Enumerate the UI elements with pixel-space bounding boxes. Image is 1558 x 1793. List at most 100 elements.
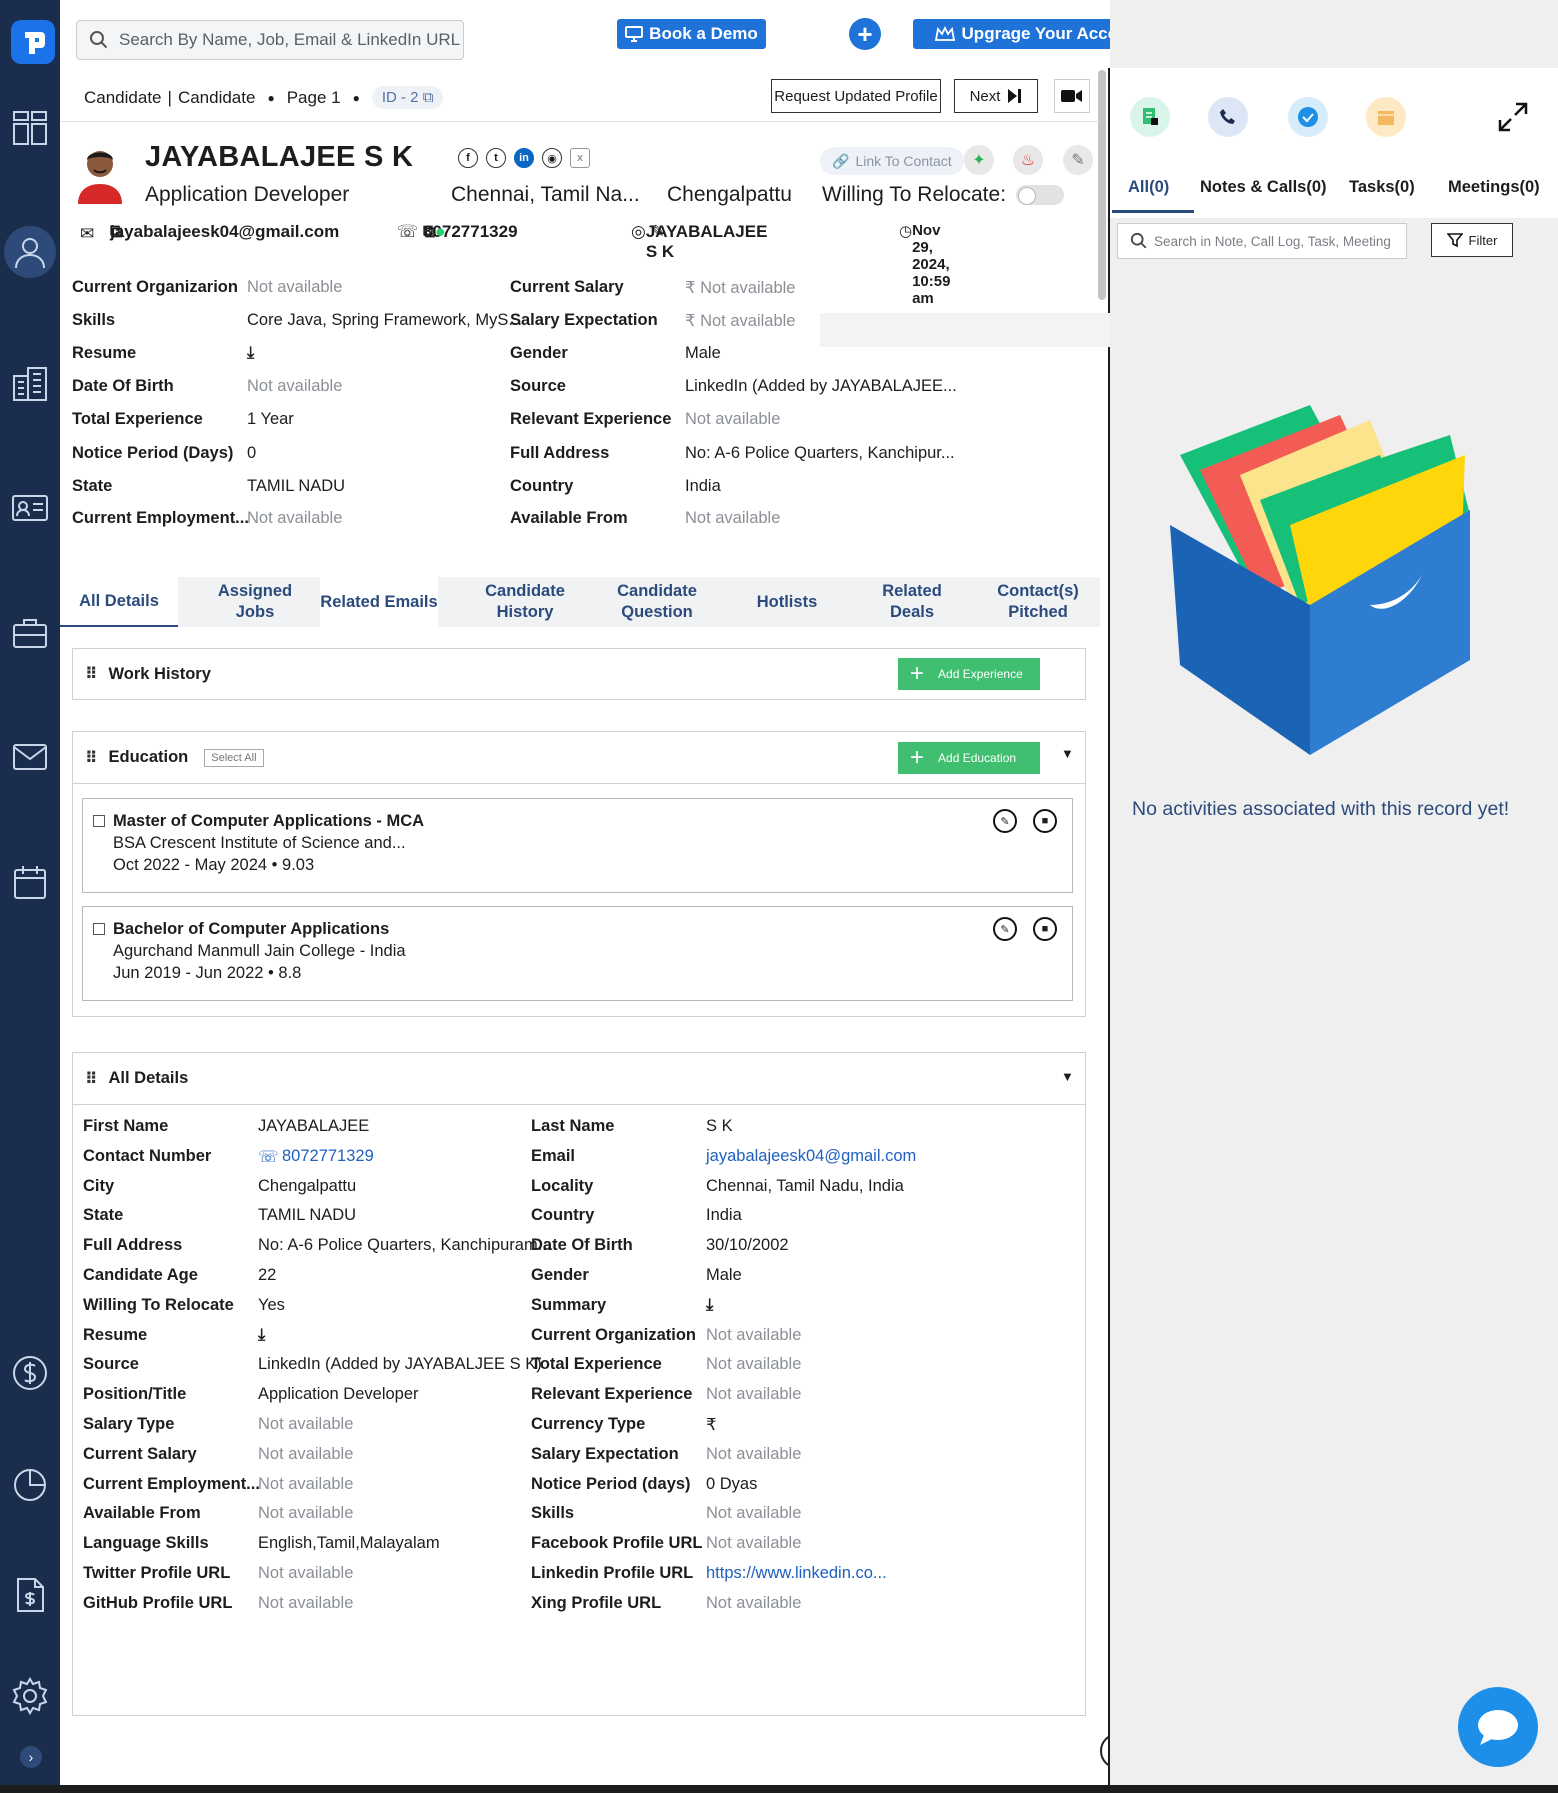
drag-handle-icon[interactable]: ⠿	[85, 664, 97, 684]
expand-sidebar-icon[interactable]: ›	[20, 1746, 42, 1768]
invoice-icon[interactable]	[8, 1573, 52, 1617]
tab-contacts-pitched[interactable]: Contact(s) Pitched	[980, 577, 1096, 627]
education-panel: ⠿ Education Select All + Add Education ▼ …	[72, 731, 1086, 1017]
tab-hotlists[interactable]: Hotlists	[732, 577, 842, 627]
next-button[interactable]: Next	[954, 79, 1038, 113]
xing-icon[interactable]: x	[570, 148, 590, 168]
chat-widget-button[interactable]	[1458, 1687, 1538, 1767]
summary-download-icon[interactable]: ⤓	[706, 1296, 713, 1315]
companies-icon[interactable]	[8, 362, 52, 406]
tab-all-details[interactable]: All Details	[60, 577, 178, 627]
reports-icon[interactable]	[8, 1462, 52, 1506]
resume-download-icon[interactable]: ⤓	[258, 1326, 265, 1345]
drag-handle-icon[interactable]: ⠿	[85, 748, 97, 768]
field-value: Not available	[258, 1474, 354, 1493]
log-note-icon[interactable]	[1130, 97, 1170, 137]
tab-tasks[interactable]: Tasks(0)	[1349, 178, 1415, 197]
facebook-icon[interactable]: f	[458, 148, 478, 168]
field-label: Source	[510, 377, 566, 395]
field-label: Notice Period (Days)	[72, 444, 234, 462]
field-label: Xing Profile URL	[531, 1593, 662, 1612]
expand-panel-icon[interactable]	[1496, 100, 1530, 139]
app-logo[interactable]	[11, 20, 55, 64]
tab-candidate-question[interactable]: Candidate Question	[592, 577, 722, 627]
field-value: Not available	[706, 1444, 802, 1463]
dashboard-icon[interactable]	[8, 106, 52, 150]
finance-icon[interactable]	[8, 1351, 52, 1395]
hot-flame-button[interactable]: ♨	[1013, 145, 1043, 175]
tab-related-deals[interactable]: Related Deals	[862, 577, 962, 627]
tab-related-emails[interactable]: Related Emails	[320, 577, 438, 627]
candidate-photo	[74, 142, 126, 204]
contacts-icon[interactable]	[8, 486, 52, 530]
phone-icon[interactable]: ☏	[258, 1147, 279, 1167]
detail-tabs: All Details Assigned Jobs Related Emails…	[60, 577, 1100, 627]
delete-education-icon[interactable]: ■	[1033, 917, 1057, 941]
filter-button[interactable]: Filter	[1431, 223, 1513, 257]
video-call-button[interactable]	[1054, 79, 1090, 113]
detail-row: Full Address No: A-6 Police Quarters, Kan…	[73, 1236, 1073, 1266]
field-value: LinkedIn (Added by JAYABALAJEE...	[685, 377, 957, 395]
resume-download-icon[interactable]: ⤓	[247, 344, 254, 363]
add-experience-button[interactable]: + Add Experience	[898, 658, 1040, 690]
relocate-toggle[interactable]	[1016, 185, 1065, 205]
scrollbar[interactable]	[1098, 70, 1106, 300]
linkedin-icon[interactable]: in	[514, 148, 534, 168]
twitter-icon[interactable]: t	[486, 148, 506, 168]
candidates-icon[interactable]	[8, 230, 52, 274]
mail-icon[interactable]	[8, 735, 52, 779]
tab-assigned-jobs[interactable]: Assigned Jobs	[200, 577, 310, 627]
summary-row: Current Employment... Not available Availa…	[72, 509, 1100, 541]
field-value[interactable]: 8072771329	[282, 1147, 374, 1166]
calendar-icon[interactable]	[8, 860, 52, 904]
candidate-city: Chengalpattu	[667, 183, 792, 206]
add-education-button[interactable]: + Add Education	[898, 742, 1040, 774]
detail-row: Willing To Relocate Yes Summary ⤓	[73, 1296, 1073, 1326]
field-label: Full Address	[510, 444, 610, 462]
header-email[interactable]: jayabalajeesk04@gmail.com ⧉	[110, 222, 339, 242]
settings-icon[interactable]	[8, 1674, 52, 1718]
summary-row: Current Organizarion Not available Current…	[72, 278, 1100, 310]
task-check-icon[interactable]	[1288, 97, 1328, 137]
field-label: First Name	[83, 1117, 169, 1135]
tab-meetings[interactable]: Meetings(0)	[1448, 178, 1540, 197]
edit-education-icon[interactable]: ✎	[993, 917, 1017, 941]
education-checkbox[interactable]	[93, 815, 105, 827]
collapse-chevron-icon[interactable]: ▼	[1061, 1069, 1074, 1084]
field-label: Current Salary	[510, 278, 624, 296]
sidebar: ›	[0, 0, 60, 1785]
breadcrumb-item[interactable]: Candidate	[178, 88, 256, 108]
tab-candidate-history[interactable]: Candidate History	[460, 577, 590, 627]
drag-handle-icon[interactable]: ⠿	[85, 1069, 97, 1089]
detail-row: First Name JAYABALAJEE Last Name S K	[73, 1117, 1073, 1147]
select-all-button[interactable]: Select All	[204, 748, 264, 767]
edit-education-icon[interactable]: ✎	[993, 809, 1017, 833]
field-label: Country	[510, 477, 574, 495]
field-value[interactable]: jayabalajeesk04@gmail.com	[706, 1147, 916, 1166]
empty-folder-illustration	[1170, 395, 1500, 760]
github-icon[interactable]: ◉	[542, 148, 562, 168]
panel-title: Education	[108, 748, 189, 766]
detail-row: Language Skills English,Tamil,Malayalam Fa…	[73, 1534, 1073, 1564]
field-value[interactable]: https://www.linkedin.co...	[706, 1564, 887, 1583]
field-label: Twitter Profile URL	[83, 1564, 231, 1582]
log-call-icon[interactable]	[1208, 97, 1248, 137]
tab-all-activity[interactable]: All(0)	[1128, 178, 1169, 197]
collapse-chevron-icon[interactable]: ▼	[1061, 746, 1074, 761]
tab-notes-calls[interactable]: Notes & Calls(0)	[1200, 178, 1327, 197]
education-dates: Jun 2019 - Jun 2022 • 8.8	[113, 964, 302, 982]
jobs-icon[interactable]	[8, 611, 52, 655]
link-to-contact-button[interactable]: 🔗 Link To Contact	[820, 147, 964, 175]
delete-education-icon[interactable]: ■	[1033, 809, 1057, 833]
meeting-calendar-icon[interactable]	[1366, 97, 1406, 137]
education-checkbox[interactable]	[93, 923, 105, 935]
field-value: Male	[685, 344, 721, 362]
email-icon: ✉	[80, 224, 95, 243]
breadcrumb-item[interactable]: Candidate	[84, 88, 162, 108]
activity-search-input[interactable]: Search in Note, Call Log, Task, Meeting	[1117, 223, 1407, 259]
ai-sparkle-button[interactable]: ✦	[964, 145, 994, 175]
edit-pencil-button[interactable]: ✎	[1063, 145, 1093, 175]
header-phone[interactable]: ☏ 8072771329 ⧉ ● ●	[397, 222, 518, 242]
record-id-badge[interactable]: ID - 2 ⧉	[371, 86, 444, 109]
request-profile-button[interactable]: Request Updated Profile	[771, 79, 941, 113]
